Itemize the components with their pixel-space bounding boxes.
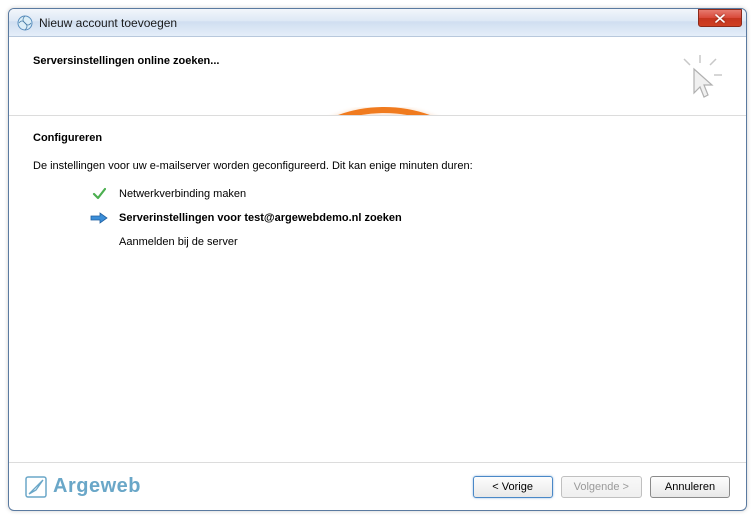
step-label: Serverinstellingen voor test@argewebdemo… [119, 212, 402, 224]
intro-text: De instellingen voor uw e-mailserver wor… [33, 160, 722, 172]
header-title: Serversinstellingen online zoeken... [33, 55, 722, 67]
decorative-arc [248, 107, 508, 115]
step-list: Netwerkverbinding maken Serverinstelling… [33, 186, 722, 250]
step-item: Aanmelden bij de server [89, 234, 722, 250]
app-icon [17, 15, 33, 31]
cursor-click-icon [676, 53, 724, 101]
window-title: Nieuw account toevoegen [39, 16, 742, 30]
next-button[interactable]: Volgende > [561, 476, 642, 498]
logo: Argeweb [25, 475, 141, 498]
cancel-button[interactable]: Annuleren [650, 476, 730, 498]
step-item: Netwerkverbinding maken [89, 186, 722, 202]
logo-text: Argeweb [53, 475, 141, 498]
close-button[interactable] [698, 9, 742, 27]
logo-icon [25, 476, 47, 498]
section-title: Configureren [33, 132, 722, 144]
step-label: Netwerkverbinding maken [119, 188, 246, 200]
header-section: Serversinstellingen online zoeken... [9, 37, 746, 107]
dialog-window: Nieuw account toevoegen Serversinstellin… [8, 8, 747, 511]
arrow-right-icon [89, 210, 109, 226]
close-icon [715, 14, 725, 23]
step-item: Serverinstellingen voor test@argewebdemo… [89, 210, 722, 226]
titlebar: Nieuw account toevoegen [9, 9, 746, 37]
config-section: Configureren De instellingen voor uw e-m… [9, 116, 746, 462]
footer: Argeweb < Vorige Volgende > Annuleren [9, 462, 746, 510]
step-label: Aanmelden bij de server [119, 236, 238, 248]
footer-buttons: < Vorige Volgende > Annuleren [473, 476, 730, 498]
empty-icon [89, 234, 109, 250]
back-button[interactable]: < Vorige [473, 476, 553, 498]
dialog-content: Serversinstellingen online zoeken... Con… [9, 37, 746, 510]
checkmark-icon [89, 186, 109, 202]
